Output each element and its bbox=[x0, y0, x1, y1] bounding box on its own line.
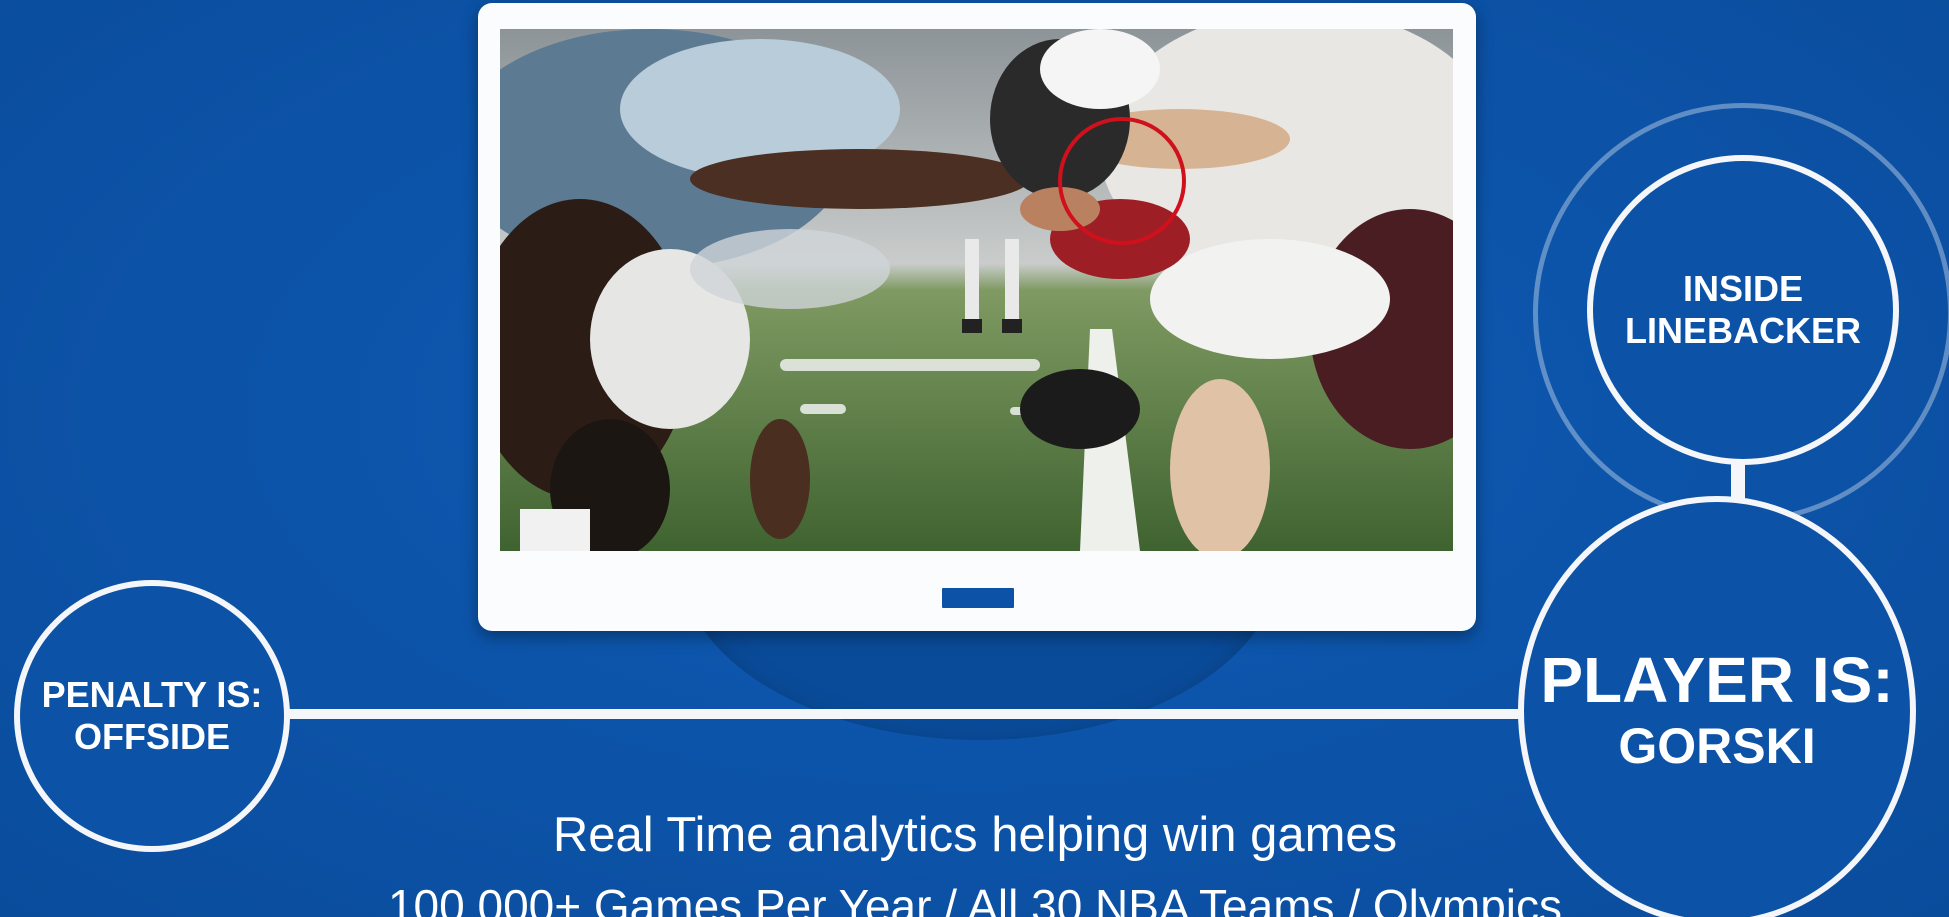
position-line1: INSIDE bbox=[1682, 268, 1804, 309]
position-circle: INSIDE LINEBACKER bbox=[1587, 155, 1899, 465]
football-video-frame[interactable] bbox=[500, 29, 1453, 551]
player-label: PLAYER IS: bbox=[1540, 644, 1894, 716]
player-value: GORSKI bbox=[1618, 718, 1816, 774]
slide-stage: PENALTY IS: OFFSIDE INSIDE LINEBACKER PL… bbox=[0, 0, 1949, 917]
tablet-frame bbox=[478, 3, 1476, 631]
home-button-icon[interactable] bbox=[942, 588, 1014, 608]
subline-caption: 100,000+ Games Per Year / All 30 NBA Tea… bbox=[387, 880, 1563, 917]
position-line2: LINEBACKER bbox=[1624, 310, 1861, 351]
football-scene bbox=[500, 29, 1453, 551]
connector-line bbox=[280, 709, 1540, 719]
penalty-value: OFFSIDE bbox=[73, 716, 230, 757]
headline-caption: Real Time analytics helping win games bbox=[552, 808, 1398, 862]
penalty-label: PENALTY IS: bbox=[41, 674, 263, 715]
